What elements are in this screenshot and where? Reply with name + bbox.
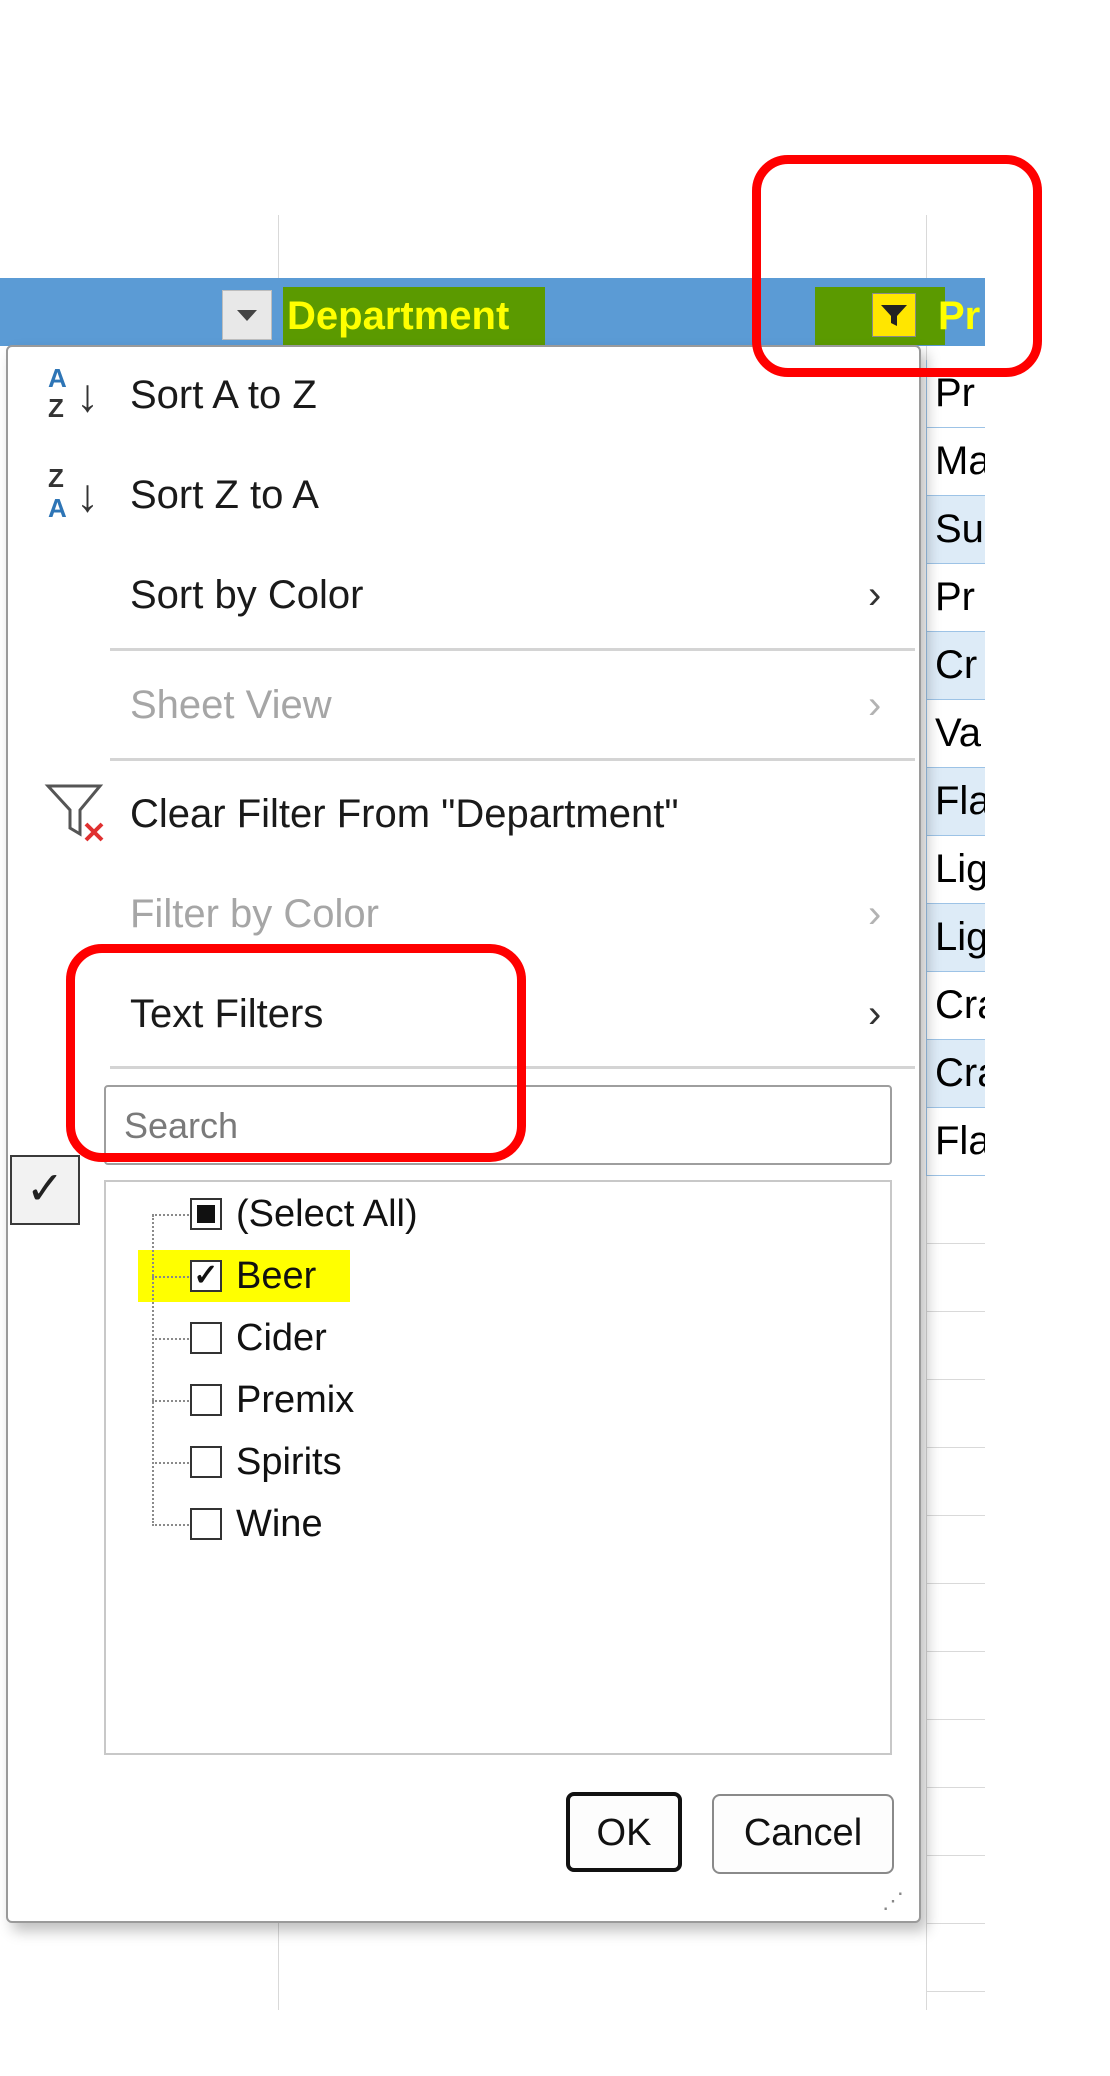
tree-connector xyxy=(152,1338,192,1340)
sort-z-to-a-label: Sort Z to A xyxy=(130,473,319,517)
checkbox[interactable] xyxy=(190,1384,222,1416)
chevron-right-icon: › xyxy=(868,892,882,936)
department-header: Department xyxy=(283,287,545,345)
menu-separator xyxy=(110,648,915,651)
list-item-label: Beer xyxy=(236,1255,317,1297)
table-cell[interactable]: Lig xyxy=(926,904,985,972)
ok-button[interactable]: OK xyxy=(566,1792,682,1872)
chevron-right-icon: › xyxy=(868,992,882,1036)
tree-connector xyxy=(152,1215,154,1523)
chevron-right-icon: › xyxy=(868,573,882,617)
table-cell[interactable]: Ma xyxy=(926,428,985,496)
selected-cell-indicator: ✓ xyxy=(10,1155,80,1225)
sort-arrow: ↓ xyxy=(76,469,99,521)
table-cell[interactable]: Va xyxy=(926,700,985,768)
empty-cell[interactable] xyxy=(926,1856,985,1924)
clear-filter-label: Clear Filter From "Department" xyxy=(130,792,679,836)
empty-cell[interactable] xyxy=(926,1924,985,1992)
sort-icon-letter-a: A xyxy=(48,363,67,393)
resize-grip-icon[interactable]: ⋰ xyxy=(882,1888,904,1914)
empty-cell[interactable] xyxy=(926,1176,985,1244)
checkbox[interactable] xyxy=(190,1198,222,1230)
list-item-label: Premix xyxy=(236,1379,355,1421)
table-cell[interactable]: Pr xyxy=(926,564,985,632)
annotation-box-text-filters xyxy=(66,944,526,1162)
sheet-view-label: Sheet View xyxy=(130,683,332,727)
empty-cell[interactable] xyxy=(926,1788,985,1856)
sort-icon-letter-z: Z xyxy=(48,393,64,423)
menu-separator xyxy=(110,758,915,761)
sort-arrow: ↓ xyxy=(76,369,99,421)
empty-cell[interactable] xyxy=(926,1312,985,1380)
tree-connector xyxy=(152,1276,192,1278)
list-item-label: Wine xyxy=(236,1503,323,1545)
sort-a-to-z-label: Sort A to Z xyxy=(130,373,317,417)
list-item-label: Cider xyxy=(236,1317,327,1359)
tree-connector xyxy=(152,1214,192,1216)
empty-cell[interactable] xyxy=(926,1652,985,1720)
tree-connector xyxy=(152,1462,192,1464)
column-dropdown-button[interactable] xyxy=(222,290,272,340)
sort-by-color-item[interactable]: Sort by Color › xyxy=(6,547,917,643)
sort-icon-letter-z: Z xyxy=(48,463,64,493)
table-cell[interactable]: Lig xyxy=(926,836,985,904)
list-item-label: (Select All) xyxy=(236,1193,418,1235)
empty-cell[interactable] xyxy=(926,1380,985,1448)
sort-ascending-icon: A Z ↓ xyxy=(44,365,114,429)
cancel-button[interactable]: Cancel xyxy=(712,1794,894,1874)
annotation-box-filter-button xyxy=(752,155,1042,377)
tree-connector xyxy=(152,1400,192,1402)
table-cell[interactable]: Cra xyxy=(926,1040,985,1108)
table-cell[interactable]: Cr xyxy=(926,632,985,700)
tree-connector xyxy=(152,1524,192,1526)
clear-filter-item[interactable]: Clear Filter From "Department" xyxy=(6,766,917,862)
chevron-right-icon: › xyxy=(868,683,882,727)
sort-icon-letter-a: A xyxy=(48,493,67,523)
table-cell[interactable]: Fla xyxy=(926,1108,985,1176)
checkbox[interactable] xyxy=(190,1446,222,1478)
list-item-label: Spirits xyxy=(236,1441,342,1483)
filter-by-color-label: Filter by Color xyxy=(130,892,379,936)
empty-rows xyxy=(926,1176,985,1992)
table-cell[interactable]: Su xyxy=(926,496,985,564)
empty-cell[interactable] xyxy=(926,1448,985,1516)
empty-cell[interactable] xyxy=(926,1516,985,1584)
empty-cell[interactable] xyxy=(926,1584,985,1652)
sort-by-color-label: Sort by Color xyxy=(130,573,364,617)
checkbox[interactable]: ✓ xyxy=(190,1260,222,1292)
sheet-view-item: Sheet View › xyxy=(6,657,917,753)
empty-cell[interactable] xyxy=(926,1244,985,1312)
checkbox[interactable] xyxy=(190,1508,222,1540)
sort-descending-icon: Z A ↓ xyxy=(44,465,114,529)
table-cell[interactable]: Fla xyxy=(926,768,985,836)
empty-cell[interactable] xyxy=(926,1720,985,1788)
sort-z-to-a-item[interactable]: Z A ↓ Sort Z to A xyxy=(6,447,917,543)
table-cell[interactable]: Cra xyxy=(926,972,985,1040)
right-column-cells: Pr Ma Su Pr Cr Va Fla Lig Lig Cra Cra Fl… xyxy=(926,360,985,1176)
clear-filter-icon xyxy=(44,784,104,842)
checkbox[interactable] xyxy=(190,1322,222,1354)
